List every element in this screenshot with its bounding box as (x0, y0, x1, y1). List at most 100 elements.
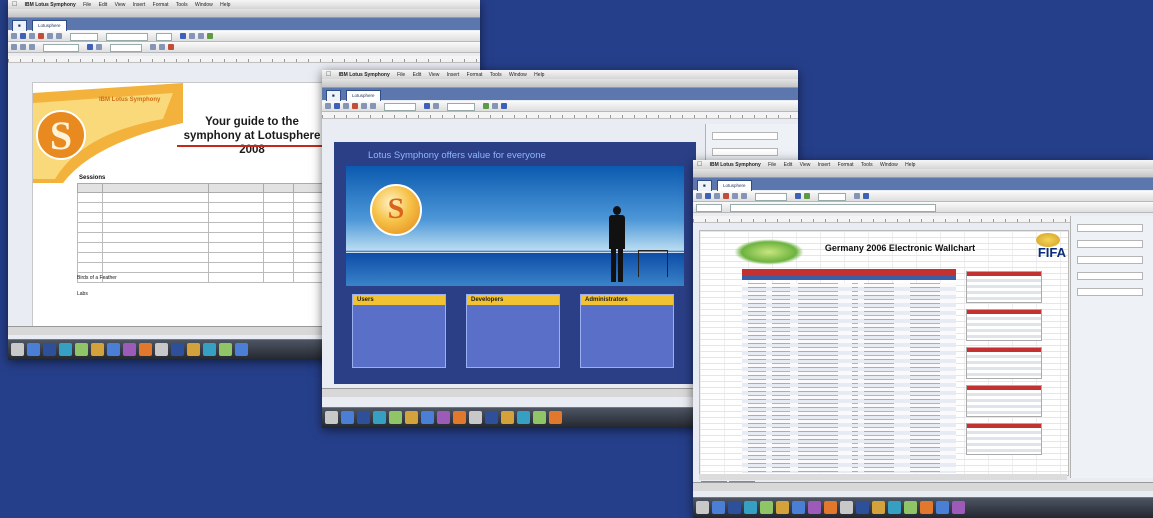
dock-app-icon[interactable] (712, 501, 725, 514)
undo-icon[interactable] (732, 193, 738, 199)
menu-edit[interactable]: Edit (784, 162, 793, 168)
cut-icon[interactable] (11, 44, 17, 50)
app-menu[interactable]: IBM Lotus Symphony (339, 72, 390, 78)
menu-tools[interactable]: Tools (490, 72, 502, 78)
dock-app-icon[interactable] (75, 343, 88, 356)
dock-app-icon[interactable] (485, 411, 498, 424)
font-select[interactable] (447, 103, 476, 111)
app-menu[interactable]: IBM Lotus Symphony (25, 2, 76, 8)
menu-tools[interactable]: Tools (176, 2, 188, 8)
menu-format[interactable]: Format (838, 162, 854, 168)
menu-view[interactable]: View (800, 162, 811, 168)
image-icon[interactable] (96, 44, 103, 50)
dock-app-icon[interactable] (123, 343, 136, 356)
style-select[interactable] (70, 33, 99, 41)
font-select[interactable] (106, 33, 149, 41)
slide-icon[interactable] (424, 103, 431, 109)
tab-document[interactable]: Lotusphere (346, 90, 381, 101)
dock-app-icon[interactable] (405, 411, 418, 424)
dock-app-icon[interactable] (235, 343, 248, 356)
redo-icon[interactable] (370, 103, 376, 109)
font-select[interactable] (818, 193, 847, 201)
align-icon[interactable] (492, 103, 499, 109)
dock-app-icon[interactable] (43, 343, 56, 356)
dock-app-icon[interactable] (792, 501, 805, 514)
panel-field[interactable] (712, 132, 778, 140)
menu-format[interactable]: Format (153, 2, 169, 8)
new-icon[interactable] (696, 193, 702, 199)
color-icon[interactable] (168, 44, 175, 50)
underline-icon[interactable] (198, 33, 205, 39)
sum-icon[interactable] (795, 193, 802, 199)
dock-app-icon[interactable] (776, 501, 789, 514)
zoom-select[interactable] (43, 44, 80, 52)
dock-app-icon[interactable] (155, 343, 168, 356)
menu-window[interactable]: Window (509, 72, 527, 78)
panel-field[interactable] (1077, 256, 1143, 264)
tab-document[interactable]: Lotusphere (717, 180, 752, 191)
redo-icon[interactable] (56, 33, 62, 39)
print-icon[interactable] (352, 103, 358, 109)
dock-app-icon[interactable] (888, 501, 901, 514)
menu-insert[interactable]: Insert (447, 72, 460, 78)
menu-file[interactable]: File (768, 162, 776, 168)
dock-app-icon[interactable] (27, 343, 40, 356)
dock-app-icon[interactable] (341, 411, 354, 424)
dock-app-icon[interactable] (187, 343, 200, 356)
menu-window[interactable]: Window (195, 2, 213, 8)
align-icon[interactable] (207, 33, 214, 39)
dock-app-icon[interactable] (920, 501, 933, 514)
spreadsheet-grid[interactable]: Germany 2006 Electronic Wallchart FIFA (699, 230, 1069, 476)
zoom-select[interactable] (384, 103, 417, 111)
menu-tools[interactable]: Tools (861, 162, 873, 168)
dock-app-icon[interactable] (107, 343, 120, 356)
bold-icon[interactable] (180, 33, 187, 39)
dock-app-icon[interactable] (952, 501, 965, 514)
size-select[interactable] (156, 33, 173, 41)
dock-app-icon[interactable] (872, 501, 885, 514)
print-icon[interactable] (723, 193, 729, 199)
apple-menu-icon[interactable]:  (12, 1, 17, 8)
tab-home[interactable]: ■ (12, 20, 27, 31)
dock-app-icon[interactable] (824, 501, 837, 514)
dock-app-icon[interactable] (760, 501, 773, 514)
dock-app-icon[interactable] (219, 343, 232, 356)
italic-icon[interactable] (189, 33, 196, 39)
open-icon[interactable] (705, 193, 711, 199)
dock-app-icon[interactable] (357, 411, 370, 424)
apple-menu-icon[interactable]:  (697, 161, 702, 168)
paste-icon[interactable] (29, 44, 35, 50)
undo-icon[interactable] (47, 33, 53, 39)
chart-icon[interactable] (804, 193, 811, 199)
dock-app-icon[interactable] (533, 411, 546, 424)
cell-reference-field[interactable] (696, 204, 722, 212)
panel-field[interactable] (1077, 224, 1143, 232)
menu-file[interactable]: File (397, 72, 405, 78)
new-icon[interactable] (325, 103, 331, 109)
save-icon[interactable] (343, 103, 349, 109)
menu-help[interactable]: Help (220, 2, 230, 8)
dock-app-icon[interactable] (453, 411, 466, 424)
layout-icon[interactable] (433, 103, 440, 109)
indent-icon[interactable] (159, 44, 166, 50)
panel-field[interactable] (1077, 272, 1143, 280)
formula-input[interactable] (730, 204, 937, 212)
dock-app-icon[interactable] (437, 411, 450, 424)
tab-home[interactable]: ■ (697, 180, 712, 191)
dock-app-icon[interactable] (517, 411, 530, 424)
menu-view[interactable]: View (115, 2, 126, 8)
search-field[interactable] (110, 44, 143, 52)
print-icon[interactable] (38, 33, 44, 39)
menu-file[interactable]: File (83, 2, 91, 8)
panel-field[interactable] (1077, 288, 1143, 296)
undo-icon[interactable] (361, 103, 367, 109)
dock-app-icon[interactable] (389, 411, 402, 424)
bold-icon[interactable] (501, 103, 508, 109)
finder-icon[interactable] (325, 411, 338, 424)
dock-app-icon[interactable] (421, 411, 434, 424)
menu-insert[interactable]: Insert (133, 2, 146, 8)
zoom-select[interactable] (755, 193, 788, 201)
dock-app-icon[interactable] (549, 411, 562, 424)
copy-icon[interactable] (20, 44, 26, 50)
dock-app-icon[interactable] (936, 501, 949, 514)
